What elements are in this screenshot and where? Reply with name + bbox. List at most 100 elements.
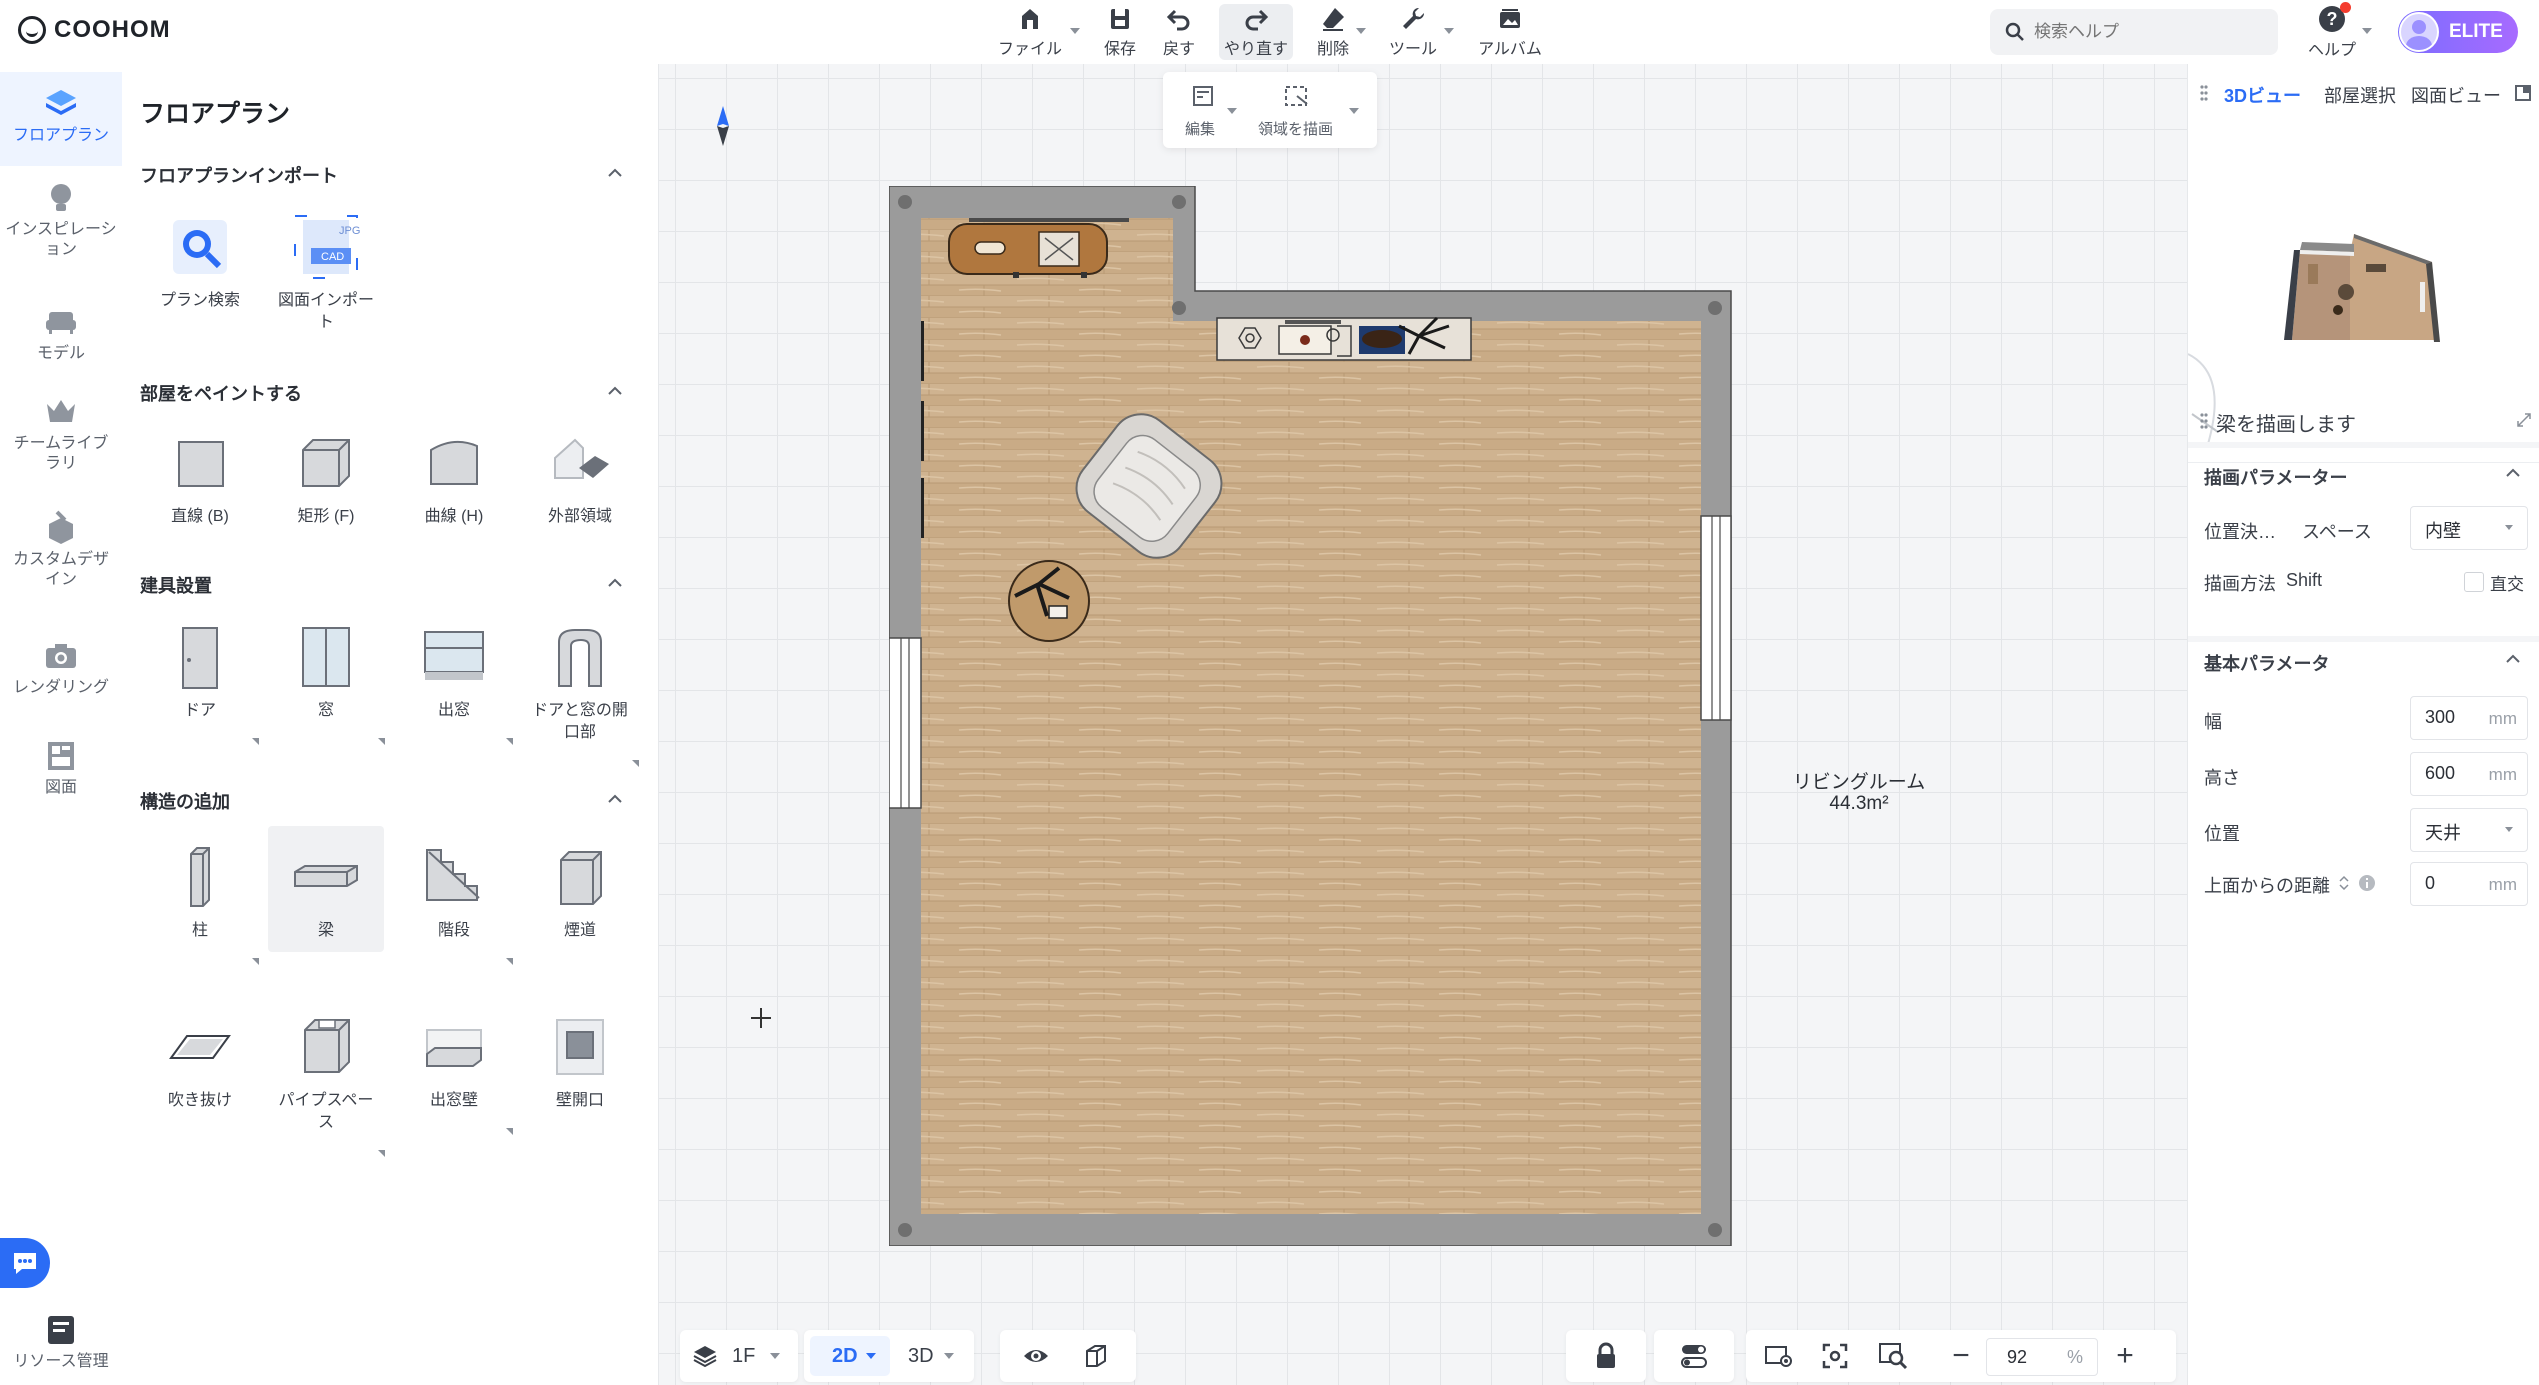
width-input[interactable]: 300 mm xyxy=(2410,696,2528,740)
plus-icon: + xyxy=(2116,1339,2134,1372)
top-distance-input[interactable]: 0 mm xyxy=(2410,862,2528,906)
window-left[interactable] xyxy=(889,637,922,809)
help-search[interactable] xyxy=(1990,9,2278,55)
floor-selector[interactable]: 1F xyxy=(680,1330,798,1382)
collapse-chevron-icon[interactable] xyxy=(608,384,622,398)
zoom-in-button[interactable]: + xyxy=(2108,1330,2142,1382)
height-input[interactable]: 600 mm xyxy=(2410,752,2528,796)
drag-handle-icon[interactable] xyxy=(2200,84,2208,102)
view-settings-button[interactable] xyxy=(1756,1330,1802,1382)
rail-item-model[interactable]: モデル xyxy=(0,304,122,364)
lock-button[interactable] xyxy=(1586,1330,1626,1382)
redo-button[interactable]: やり直す xyxy=(1219,4,1293,60)
material-button[interactable] xyxy=(1076,1330,1116,1382)
wall-joint[interactable] xyxy=(1172,195,1186,209)
opening-icon xyxy=(558,629,602,687)
album-button[interactable]: アルバム xyxy=(1470,4,1550,60)
paint-rect-tool[interactable]: 矩形 (F) xyxy=(268,428,384,528)
rail-item-floorplan[interactable]: フロアプラン xyxy=(0,72,122,166)
rail-item-rendering[interactable]: レンダリング xyxy=(0,638,122,698)
swap-icon[interactable] xyxy=(2338,874,2350,892)
floorplan-drawing[interactable] xyxy=(889,186,1737,1246)
elite-user-badge[interactable]: ELITE xyxy=(2398,11,2518,53)
window-tool[interactable]: 窓 xyxy=(268,622,385,745)
collapse-chevron-icon[interactable] xyxy=(2506,466,2520,480)
tools-menu-button[interactable]: ツール xyxy=(1385,4,1441,60)
view-2d-button[interactable]: 2D xyxy=(810,1336,890,1376)
file-menu-button[interactable]: ファイル xyxy=(990,4,1070,60)
window-right[interactable] xyxy=(1700,515,1732,721)
undo-button[interactable]: 戻す xyxy=(1156,4,1202,60)
wall-opening-tool[interactable]: 壁開口 xyxy=(522,1012,638,1112)
settings-toggle-button[interactable] xyxy=(1674,1330,1714,1382)
collapse-chevron-icon[interactable] xyxy=(608,792,622,806)
plan-search-tool[interactable]: プラン検索 xyxy=(142,212,258,312)
collapse-chevron-icon[interactable] xyxy=(608,576,622,590)
paint-line-tool[interactable]: 直線 (B) xyxy=(142,428,258,528)
compass-icon xyxy=(717,106,729,146)
zoom-input[interactable]: 92 % xyxy=(1986,1338,2098,1376)
pipe-space-icon xyxy=(304,1019,350,1073)
delete-button[interactable]: 削除 xyxy=(1310,4,1356,60)
wall-joint[interactable] xyxy=(898,1223,912,1237)
rail-item-team-library[interactable]: チームライブラリ xyxy=(0,394,122,474)
flue-tool[interactable]: 煙道 xyxy=(522,842,638,942)
tab-room-select[interactable]: 部屋選択 xyxy=(2324,82,2396,108)
sub-toolbar: 編集 領域を描画 xyxy=(1163,72,1377,148)
collapse-chevron-icon[interactable] xyxy=(2506,652,2520,666)
crown-icon xyxy=(47,400,75,422)
floorplan-canvas[interactable]: リビングルーム 44.3m² xyxy=(659,64,2187,1385)
expand-icon[interactable] xyxy=(2516,412,2532,428)
ortho-label: 直交 xyxy=(2490,575,2524,594)
room-label[interactable]: リビングルーム 44.3m² xyxy=(1749,772,1969,814)
rail-item-inspiration[interactable]: インスピレーション xyxy=(0,180,122,260)
drag-handle-icon[interactable] xyxy=(2200,412,2208,430)
edit-label[interactable]: 編集 xyxy=(1185,118,1215,139)
coohom-logo[interactable]: COOHOM xyxy=(18,16,171,44)
draw-area-label[interactable]: 領域を描画 xyxy=(1258,118,1333,139)
tv-console[interactable] xyxy=(1216,316,1472,361)
position-select[interactable]: 天井 xyxy=(2410,808,2528,852)
paint-exterior-tool[interactable]: 外部領域 xyxy=(522,428,638,528)
space-select[interactable]: 内壁 xyxy=(2410,506,2528,550)
zoom-area-button[interactable] xyxy=(1870,1330,1916,1382)
bay-window-tool[interactable]: 出窓 xyxy=(396,622,513,745)
search-input[interactable] xyxy=(2032,21,2256,43)
3d-preview[interactable] xyxy=(2188,114,2539,444)
wall-joint[interactable] xyxy=(1172,301,1186,315)
wall-joint[interactable] xyxy=(1708,301,1722,315)
rail-item-drawing[interactable]: 図面 xyxy=(0,738,122,798)
info-icon[interactable] xyxy=(2358,874,2376,892)
wall-joint[interactable] xyxy=(1708,1223,1722,1237)
door-window-opening-tool[interactable]: ドアと窓の開口部 xyxy=(522,622,639,767)
save-button[interactable]: 保存 xyxy=(1096,4,1144,60)
zoom-out-button[interactable]: − xyxy=(1944,1330,1978,1382)
paint-curve-tool[interactable]: 曲線 (H) xyxy=(396,428,512,528)
rail-item-resource-management[interactable]: リソース管理 xyxy=(0,1312,122,1372)
help-button[interactable]: ? ヘルプ xyxy=(2300,2,2364,59)
stairs-tool[interactable]: 階段 xyxy=(396,842,513,965)
visibility-button[interactable] xyxy=(1016,1330,1056,1382)
chat-support-button[interactable] xyxy=(0,1238,50,1288)
panel-dock-icon[interactable] xyxy=(2514,84,2532,102)
door-tool[interactable]: ドア xyxy=(142,622,259,745)
tab-3d-view[interactable]: 3Dビュー xyxy=(2224,82,2301,108)
rail-item-custom-design[interactable]: カスタムデザイン xyxy=(0,510,122,590)
pipe-space-tool[interactable]: パイプスペース xyxy=(268,1012,385,1157)
view-3d-button[interactable]: 3D xyxy=(908,1330,934,1382)
void-tool[interactable]: 吹き抜け xyxy=(142,1012,258,1112)
side-table[interactable] xyxy=(1008,560,1090,642)
fit-view-button[interactable] xyxy=(1812,1330,1858,1382)
ortho-checkbox[interactable] xyxy=(2464,572,2484,592)
room-floor[interactable] xyxy=(921,218,1701,1214)
beam-tool[interactable]: 梁 xyxy=(268,826,384,952)
drawing-import-tool[interactable]: JPG CAD 図面インポート xyxy=(268,212,384,334)
collapse-chevron-icon[interactable] xyxy=(608,166,622,180)
edit-caret-icon xyxy=(1227,108,1237,114)
bay-window-wall-tool[interactable]: 出窓壁 xyxy=(396,1012,513,1135)
variant-triangle-icon xyxy=(506,1128,513,1135)
wall-joint[interactable] xyxy=(898,195,912,209)
tab-drawing-view[interactable]: 図面ビュー xyxy=(2411,82,2501,108)
column-tool[interactable]: 柱 xyxy=(142,842,259,965)
top-distance-label: 上面からの距離 xyxy=(2204,876,2330,896)
